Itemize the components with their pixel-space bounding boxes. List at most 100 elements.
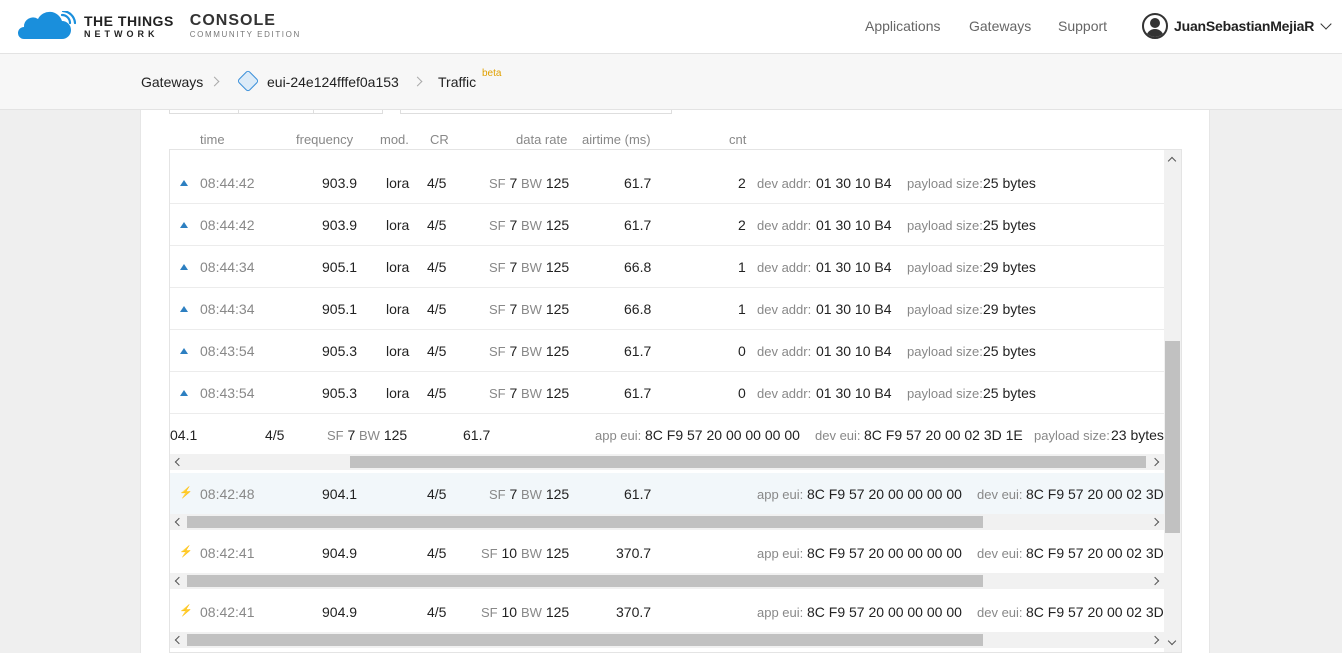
row-cnt: 0 xyxy=(738,343,746,359)
row-dev-addr: 01 30 10 B4 xyxy=(816,301,892,317)
row-airtime: 370.7 xyxy=(616,604,652,620)
row-sf: 7 xyxy=(509,385,518,401)
dev-eui-label: dev eui: xyxy=(977,546,1023,561)
dev-addr-label: dev addr: xyxy=(757,218,812,233)
breadcrumb-traffic: Traffic xyxy=(438,74,477,90)
row-frequency: 905.1 xyxy=(322,259,358,275)
row-airtime: 61.7 xyxy=(624,217,652,233)
row-dev-eui: 8C F9 57 20 00 02 3D xyxy=(1026,604,1164,620)
row-cnt: 2 xyxy=(738,175,746,191)
row-airtime: 61.7 xyxy=(624,343,652,359)
row-cr: 4/5 xyxy=(427,545,447,561)
row-horizontal-scrollbar[interactable] xyxy=(170,573,1164,589)
row-frequency: 904.9 xyxy=(322,545,358,561)
payload-size-label: payload size: xyxy=(907,218,983,233)
row-bw: 125 xyxy=(545,343,570,359)
table-row[interactable]: 08:43:54 905.3 lora 4/5 SF 7 BW 125 61.7… xyxy=(170,372,1164,414)
user-menu[interactable]: JuanSebastianMejiaR xyxy=(1142,12,1332,40)
scroll-right-icon[interactable] xyxy=(1150,576,1160,586)
row-frequency: 904.1 xyxy=(322,486,358,502)
row-bw: 125 xyxy=(545,385,570,401)
dev-addr-label: dev addr: xyxy=(757,302,812,317)
row-airtime: 370.7 xyxy=(616,545,652,561)
table-row-join[interactable]: ⚡ 08:42:41 904.9 4/5 SF 10 BW 125 370.7 … xyxy=(170,591,1164,632)
scrollbar-thumb[interactable] xyxy=(187,634,983,646)
table-row[interactable]: 08:44:42 903.9 lora 4/5 SF 7 BW 125 61.7… xyxy=(170,162,1164,204)
table-row[interactable]: 08:44:34 905.1 lora 4/5 SF 7 BW 125 66.8… xyxy=(170,246,1164,288)
row-time: 08:44:42 xyxy=(200,217,255,233)
row-cr: 4/5 xyxy=(265,427,285,443)
brand-line-1: THE THINGS xyxy=(84,12,174,29)
scroll-left-icon[interactable] xyxy=(174,517,184,527)
scrollbar-thumb[interactable] xyxy=(350,456,1146,468)
column-header-cnt: cnt xyxy=(729,132,747,147)
scroll-right-icon[interactable] xyxy=(1150,457,1160,467)
row-sf: 7 xyxy=(509,175,518,191)
bw-label: BW xyxy=(359,428,380,443)
app-eui-label: app eui: xyxy=(757,546,804,561)
row-horizontal-scrollbar[interactable] xyxy=(170,514,1164,530)
filter-control[interactable] xyxy=(238,110,314,114)
row-bw: 125 xyxy=(383,427,408,443)
table-row[interactable]: 08:44:42 903.9 lora 4/5 SF 7 BW 125 61.7… xyxy=(170,204,1164,246)
scroll-left-icon[interactable] xyxy=(174,457,184,467)
scroll-right-icon[interactable] xyxy=(1150,635,1160,645)
nav-support[interactable]: Support xyxy=(1058,18,1107,34)
table-row-scrolled[interactable]: 04.1 4/5 SF 7 BW 125 61.7 app eui: 8C F9… xyxy=(170,414,1164,454)
scroll-down-icon[interactable] xyxy=(1167,636,1177,646)
scroll-left-icon[interactable] xyxy=(174,576,184,586)
table-vertical-scrollbar[interactable] xyxy=(1164,150,1181,652)
payload-size-label: payload size: xyxy=(907,260,983,275)
scroll-right-icon[interactable] xyxy=(1150,517,1160,527)
row-dev-addr: 01 30 10 B4 xyxy=(816,175,892,191)
filter-control[interactable] xyxy=(400,110,672,114)
table-row[interactable]: 08:44:34 905.1 lora 4/5 SF 7 BW 125 66.8… xyxy=(170,288,1164,330)
ttn-logo[interactable]: THE THINGS NETWORK CONSOLE COMMUNITY EDI… xyxy=(16,9,301,42)
row-app-eui: 8C F9 57 20 00 00 00 00 xyxy=(807,486,962,502)
scrollbar-thumb[interactable] xyxy=(1165,341,1180,533)
row-horizontal-scrollbar[interactable] xyxy=(170,632,1164,648)
app-eui-label: app eui: xyxy=(757,487,804,502)
uplink-arrow-icon xyxy=(180,306,188,312)
cloud-logo-icon xyxy=(16,9,77,41)
breadcrumb-gateway-id[interactable]: eui-24e124fffef0a153 xyxy=(267,74,399,90)
scroll-left-icon[interactable] xyxy=(174,635,184,645)
breadcrumb-gateways[interactable]: Gateways xyxy=(141,74,203,90)
row-cnt: 2 xyxy=(738,217,746,233)
row-horizontal-scrollbar[interactable] xyxy=(170,454,1164,470)
row-app-eui: 8C F9 57 20 00 00 00 00 xyxy=(645,427,800,443)
scrollbar-thumb[interactable] xyxy=(187,516,983,528)
row-cnt: 1 xyxy=(738,301,746,317)
nav-gateways[interactable]: Gateways xyxy=(969,18,1031,34)
bw-label: BW xyxy=(521,260,542,275)
scroll-up-icon[interactable] xyxy=(1167,156,1177,166)
row-time: 08:44:34 xyxy=(200,259,255,275)
row-cr: 4/5 xyxy=(427,301,447,317)
table-row[interactable]: 08:43:54 905.3 lora 4/5 SF 7 BW 125 61.7… xyxy=(170,330,1164,372)
table-row-join[interactable]: ⚡ 08:42:41 904.9 4/5 SF 10 BW 125 370.7 … xyxy=(170,532,1164,573)
row-payload-size: 29 bytes xyxy=(983,301,1036,317)
row-bw: 125 xyxy=(545,259,570,275)
bw-label: BW xyxy=(521,546,542,561)
sf-label: SF xyxy=(489,302,506,317)
app-eui-label: app eui: xyxy=(595,428,642,443)
table-row-join[interactable]: ⚡ 08:42:48 904.1 4/5 SF 7 BW 125 61.7 ap… xyxy=(170,473,1164,514)
row-cr: 4/5 xyxy=(427,259,447,275)
bw-label: BW xyxy=(521,302,542,317)
row-sf: 10 xyxy=(501,545,518,561)
row-time: 08:42:48 xyxy=(200,486,255,502)
nav-applications[interactable]: Applications xyxy=(865,18,941,34)
row-airtime: 61.7 xyxy=(624,486,652,502)
row-time: 08:42:41 xyxy=(200,545,255,561)
row-cnt: 1 xyxy=(738,259,746,275)
filter-control[interactable] xyxy=(313,110,383,114)
row-time: 08:43:54 xyxy=(200,343,255,359)
row-sf: 7 xyxy=(509,486,518,502)
scrollbar-thumb[interactable] xyxy=(187,575,983,587)
row-cr: 4/5 xyxy=(427,175,447,191)
row-dev-addr: 01 30 10 B4 xyxy=(816,217,892,233)
filter-control[interactable] xyxy=(169,110,239,114)
row-app-eui: 8C F9 57 20 00 00 00 00 xyxy=(807,545,962,561)
sf-label: SF xyxy=(489,487,506,502)
uplink-arrow-icon xyxy=(180,180,188,186)
